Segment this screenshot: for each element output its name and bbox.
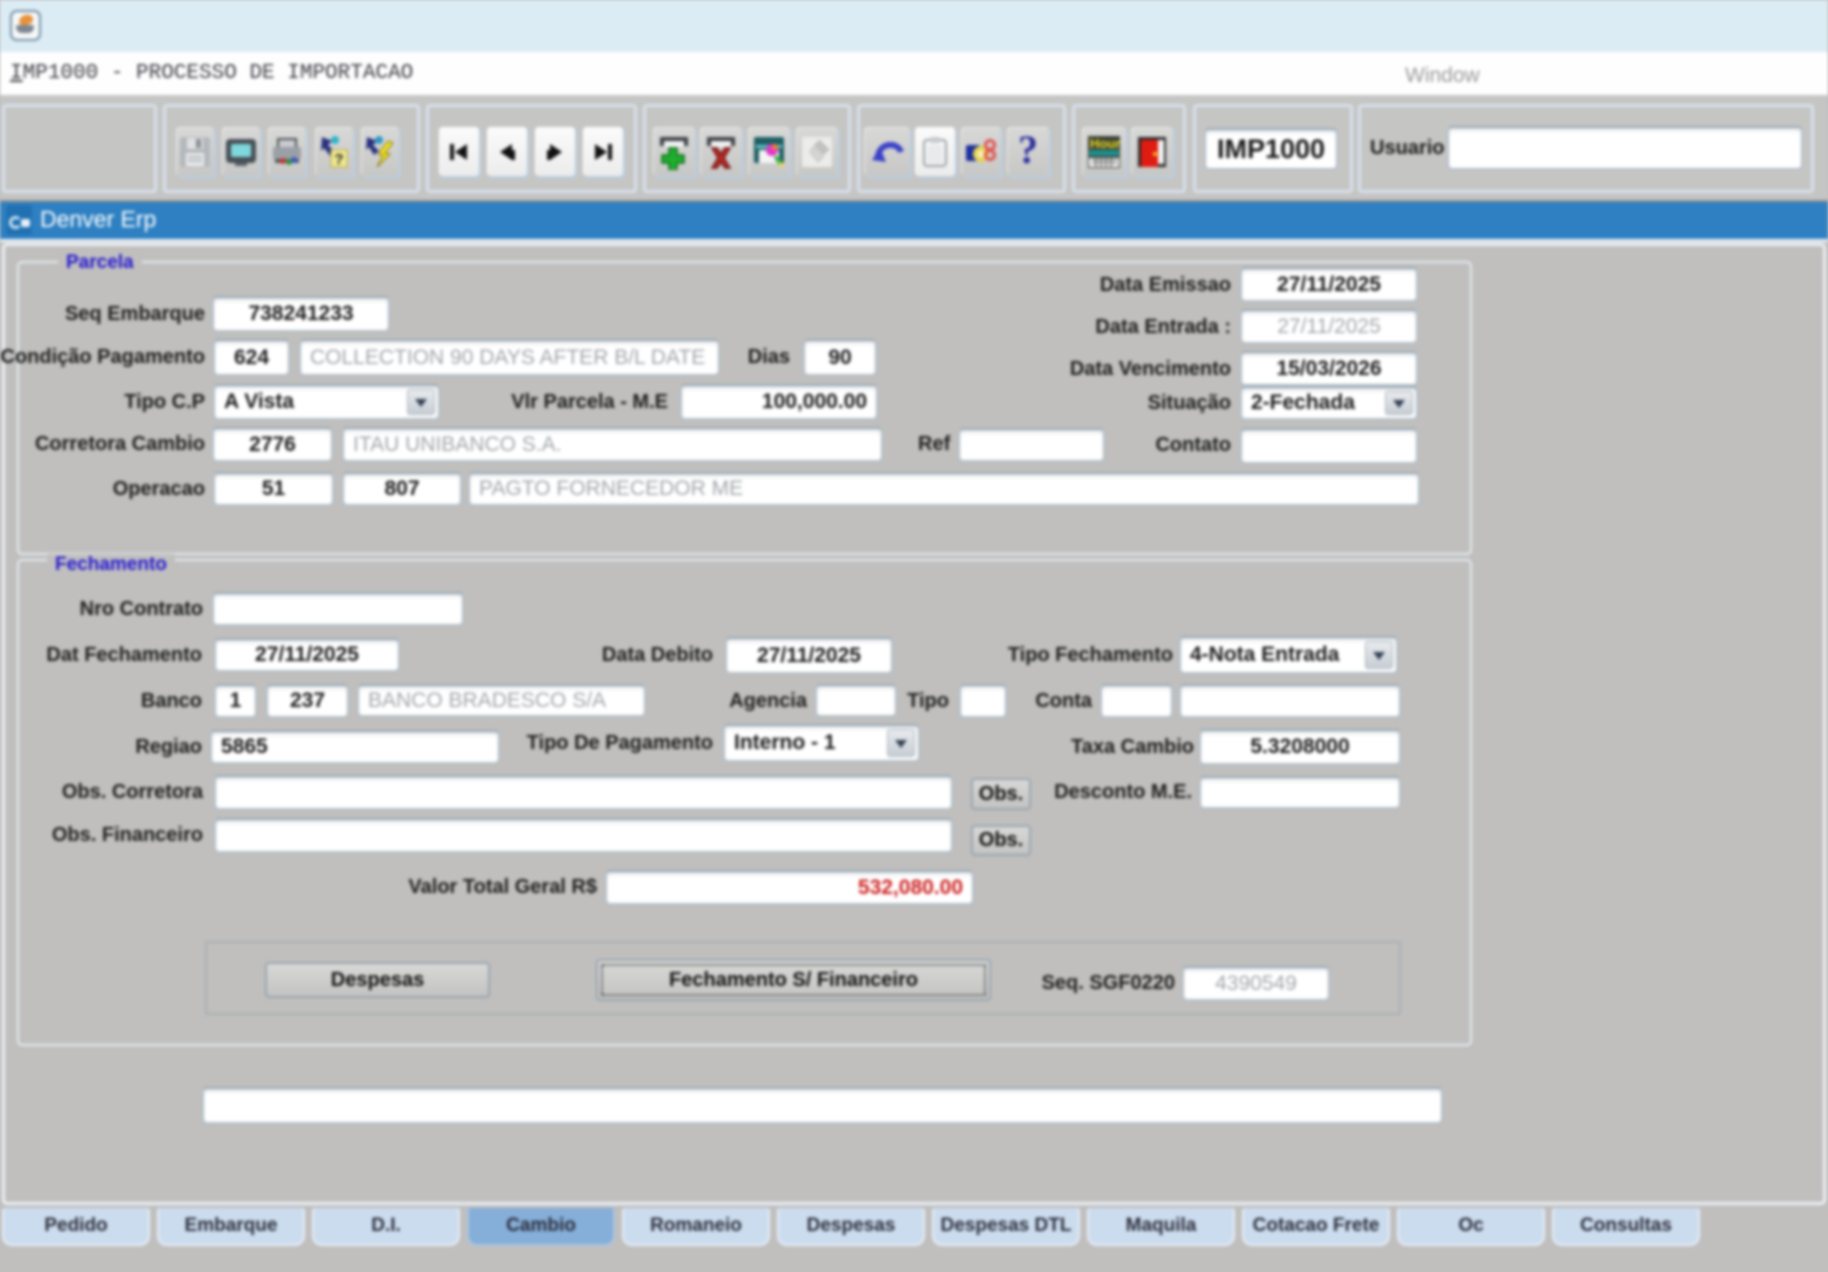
svg-text:Hour: Hour [1090,136,1120,151]
svg-text:?: ? [334,151,343,168]
